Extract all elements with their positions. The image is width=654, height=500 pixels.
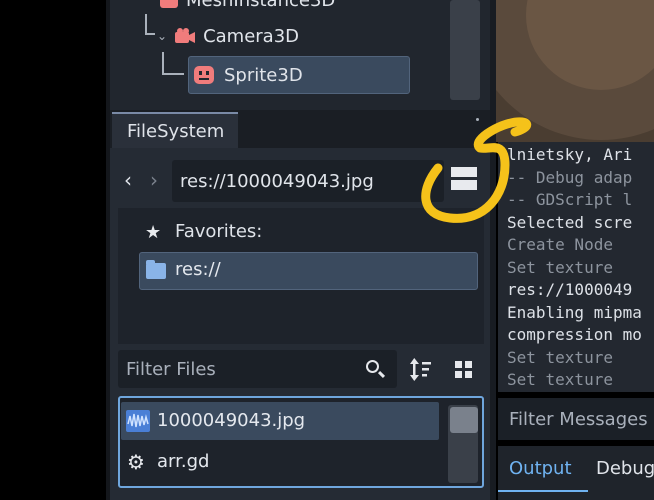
annotation-circle <box>421 117 532 223</box>
